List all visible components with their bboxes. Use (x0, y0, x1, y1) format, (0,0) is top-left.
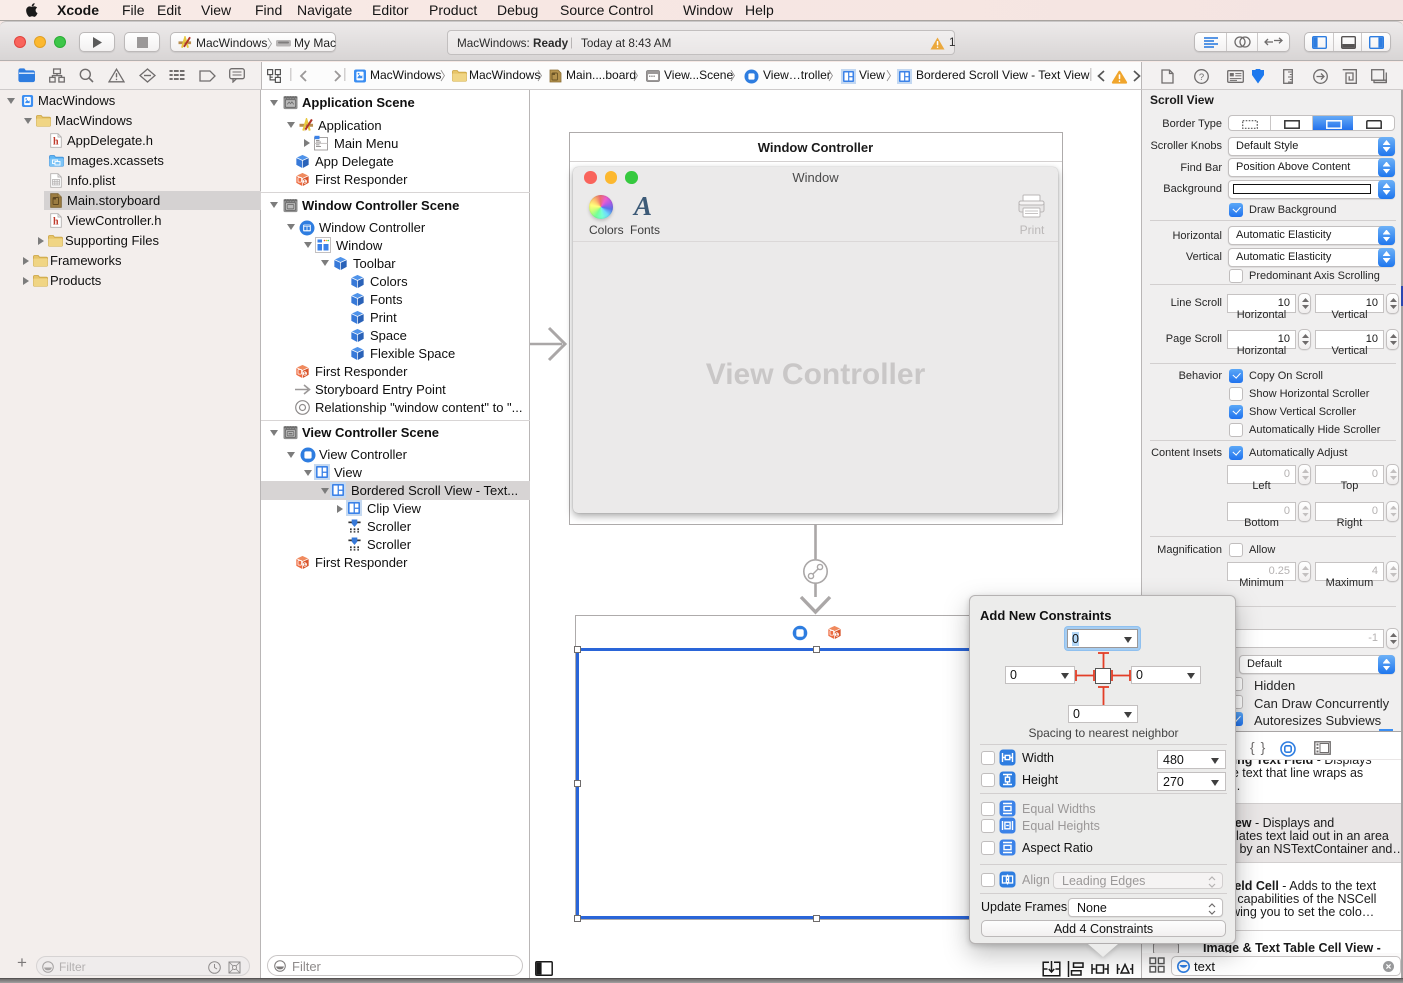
svg-text:?: ? (1199, 72, 1204, 83)
svg-text:h: h (53, 217, 59, 228)
svg-text:h: h (53, 137, 59, 148)
